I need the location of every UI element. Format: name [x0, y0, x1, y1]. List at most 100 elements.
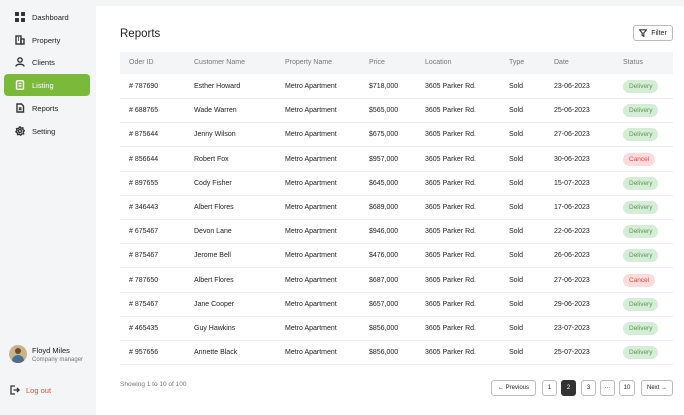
location-cell: 3605 Parker Rd.: [425, 252, 476, 260]
type-cell: Sold: [509, 83, 524, 90]
date-cell: 25-07-2023: [554, 349, 590, 357]
table-row[interactable]: # 787690 Esther Howard Metro Apartment $718…: [120, 75, 673, 99]
table-row[interactable]: # 875467 Jane Cooper Metro Apartment $657,0…: [120, 293, 673, 317]
sidebar-item-property[interactable]: Property: [4, 29, 90, 51]
next-page-button[interactable]: Next →: [641, 380, 673, 396]
sidebar-item-dashboard[interactable]: Dashboard: [4, 6, 90, 28]
column-header[interactable]: Price: [369, 52, 385, 74]
column-header[interactable]: Property Name: [285, 52, 332, 74]
column-header[interactable]: Location: [425, 52, 451, 74]
location-cell: 3605 Parker Rd.: [425, 204, 476, 211]
date-cell: 23-07-2023: [554, 325, 590, 332]
sidebar-item-setting[interactable]: Setting: [4, 120, 90, 142]
property-name-cell: Metro Apartment: [285, 252, 337, 260]
type-cell: Sold: [509, 252, 524, 260]
logout-button[interactable]: Log out: [10, 385, 51, 395]
type-cell: Sold: [509, 349, 524, 357]
date-cell: 15-07-2023: [554, 179, 590, 187]
location-cell: 3605 Parker Rd.: [425, 155, 476, 163]
customer-name-cell: Wade Warren: [194, 107, 237, 115]
customer-name-cell: Cody Fisher: [194, 179, 232, 187]
date-cell: 26-06-2023: [554, 252, 590, 260]
type-cell: Sold: [509, 131, 524, 139]
sidebar-item-clients[interactable]: Clients: [4, 51, 90, 73]
filter-icon: [639, 29, 648, 37]
grid-icon: [15, 12, 25, 22]
date-cell: 22-06-2023: [554, 228, 590, 236]
location-cell: 3605 Parker Rd.: [425, 325, 476, 332]
table-row[interactable]: # 787650 Albert Flores Metro Apartment $687…: [120, 269, 673, 293]
table-row[interactable]: # 465435 Guy Hawkins Metro Apartment $856,0…: [120, 317, 673, 341]
type-cell: Sold: [509, 325, 524, 332]
sidebar-item-label: Reports: [32, 103, 59, 113]
column-header[interactable]: Date: [554, 52, 569, 74]
gear-icon: [15, 126, 25, 136]
logout-icon: [10, 385, 20, 395]
price-cell: $957,000: [369, 155, 399, 163]
order-id-cell: # 875467: [129, 300, 159, 308]
property-name-cell: Metro Apartment: [285, 276, 337, 284]
filter-label: Filter: [651, 29, 667, 37]
status-badge: Delivery: [623, 322, 659, 335]
status-badge: Delivery: [623, 128, 659, 142]
property-name-cell: Metro Apartment: [285, 349, 337, 357]
table-row[interactable]: # 856644 Robert Fox Metro Apartment $957,00…: [120, 148, 673, 172]
table-row[interactable]: # 897655 Cody Fisher Metro Apartment $645,0…: [120, 172, 673, 196]
table-row[interactable]: # 875467 Jerome Bell Metro Apartment $476,0…: [120, 244, 673, 269]
table-row[interactable]: # 675467 Devon Lane Metro Apartment $946,00…: [120, 220, 673, 245]
location-cell: 3605 Parker Rd.: [425, 228, 476, 236]
price-cell: $687,000: [369, 276, 399, 284]
property-name-cell: Metro Apartment: [285, 131, 337, 139]
table-row[interactable]: # 875644 Jenny Wilson Metro Apartment $675,…: [120, 123, 673, 148]
status-badge: Delivery: [623, 249, 659, 263]
price-cell: $675,000: [369, 131, 399, 139]
table-row[interactable]: # 957656 Annette Black Metro Apartment $856…: [120, 341, 673, 366]
column-header[interactable]: Customer Name: [194, 52, 245, 74]
logout-label: Log out: [26, 385, 52, 395]
page-button-2[interactable]: 2: [561, 380, 576, 396]
sidebar-item-reports[interactable]: Reports: [4, 97, 90, 119]
property-name-cell: Metro Apartment: [285, 107, 337, 115]
previous-page-button[interactable]: ← Previous: [491, 380, 536, 396]
type-cell: Sold: [509, 179, 524, 187]
location-cell: 3605 Parker Rd.: [425, 276, 476, 284]
page-button-1[interactable]: 1: [542, 380, 557, 396]
customer-name-cell: Jenny Wilson: [194, 131, 236, 139]
customer-name-cell: Jane Cooper: [194, 300, 235, 308]
location-cell: 3605 Parker Rd.: [425, 131, 476, 139]
date-cell: 27-06-2023: [554, 276, 590, 284]
price-cell: $476,000: [369, 252, 399, 260]
filter-button[interactable]: Filter: [633, 25, 673, 41]
property-name-cell: Metro Apartment: [285, 325, 337, 332]
date-cell: 23-06-2023: [554, 83, 590, 90]
sidebar-item-listing[interactable]: Listing: [4, 74, 90, 96]
status-badge: Delivery: [623, 201, 659, 214]
order-id-cell: # 897655: [129, 179, 159, 187]
page-button-3[interactable]: 3: [581, 380, 596, 396]
pagination-summary: Showing 1 to 10 of 100: [120, 381, 187, 388]
page-button-10[interactable]: 10: [619, 380, 635, 396]
user-name: Floyd Miles: [32, 345, 70, 355]
column-header[interactable]: Type: [509, 52, 524, 74]
property-name-cell: Metro Apartment: [285, 83, 337, 90]
table-row[interactable]: # 688765 Wade Warren Metro Apartment $565,0…: [120, 99, 673, 124]
order-id-cell: # 875644: [129, 131, 159, 139]
price-cell: $856,000: [369, 325, 399, 332]
table-row[interactable]: # 346443 Albert Flores Metro Apartment $689…: [120, 196, 673, 220]
user-profile[interactable]: Floyd Miles Company manager: [9, 345, 83, 363]
type-cell: Sold: [509, 276, 524, 284]
price-cell: $645,000: [369, 179, 399, 187]
order-id-cell: # 675467: [129, 228, 159, 236]
type-cell: Sold: [509, 300, 524, 308]
page-title: Reports: [120, 28, 161, 40]
user-role: Company manager: [32, 356, 84, 363]
status-badge: Delivery: [623, 176, 659, 190]
order-id-cell: # 346443: [129, 204, 159, 211]
column-header[interactable]: Status: [623, 52, 643, 74]
price-cell: $718,000: [369, 83, 399, 90]
document-icon: [15, 80, 25, 90]
column-header[interactable]: Oder ID: [129, 52, 154, 74]
user-icon: [15, 57, 25, 67]
customer-name-cell: Jerome Bell: [194, 252, 231, 260]
order-id-cell: # 957656: [129, 349, 159, 357]
